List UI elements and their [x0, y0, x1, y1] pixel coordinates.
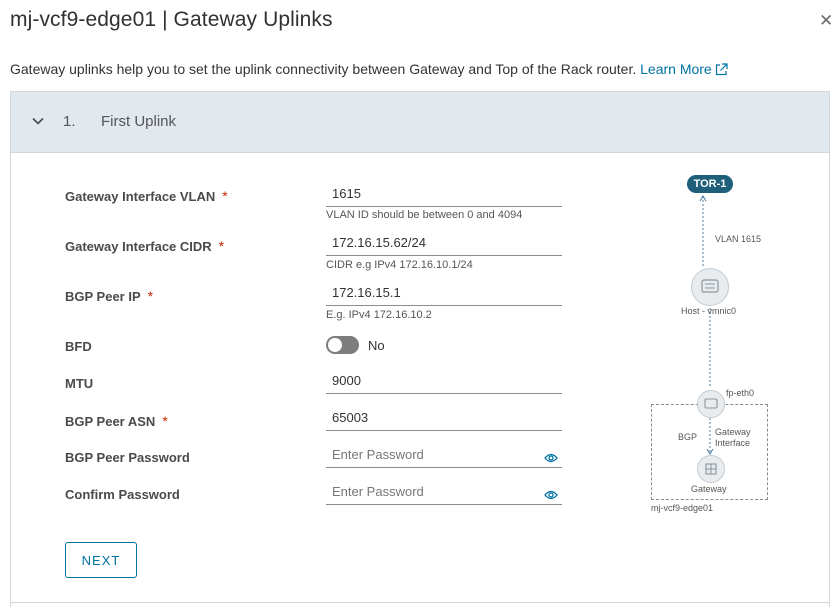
- intro-description: Gateway uplinks help you to set the upli…: [10, 61, 637, 77]
- cidr-input[interactable]: 172.16.15.62/24: [326, 232, 562, 256]
- peer-ip-label-text: BGP Peer IP: [65, 289, 141, 304]
- confirm-password-label: Confirm Password: [65, 487, 180, 502]
- eye-icon[interactable]: [544, 485, 558, 507]
- gw-interface-label-2: Interface: [715, 438, 751, 448]
- fp-eth-label: fp-eth0: [726, 388, 755, 398]
- learn-more-link[interactable]: Learn More: [640, 61, 728, 77]
- required-marker: *: [147, 288, 154, 304]
- edge-node-label: mj-vcf9-edge01: [651, 503, 714, 513]
- bgp-label: BGP: [678, 432, 698, 442]
- mtu-label: MTU: [65, 376, 94, 391]
- asn-label: BGP Peer ASN *: [65, 413, 168, 429]
- dialog-title: mj-vcf9-edge01 | Gateway Uplinks: [10, 8, 333, 31]
- vlan-hint: VLAN ID should be between 0 and 4094: [326, 209, 523, 221]
- step-header[interactable]: 1. First Uplink: [11, 92, 829, 153]
- external-link-icon: [715, 63, 728, 79]
- vlan-label: Gateway Interface VLAN *: [65, 188, 228, 204]
- chevron-down-icon[interactable]: [31, 114, 45, 133]
- confirm-password-placeholder: Enter Password: [332, 484, 424, 499]
- peer-ip-input[interactable]: 172.16.15.1: [326, 282, 562, 306]
- asn-input[interactable]: 65003: [326, 407, 562, 431]
- bfd-label: BFD: [65, 339, 92, 354]
- cidr-label-text: Gateway Interface CIDR: [65, 239, 212, 254]
- password-label: BGP Peer Password: [65, 450, 190, 465]
- fp-eth-icon: [697, 390, 725, 418]
- gateway-router-icon: [697, 455, 725, 483]
- bfd-state: No: [368, 338, 385, 353]
- vlan-label-text: Gateway Interface VLAN: [65, 189, 216, 204]
- gateway-label: Gateway: [691, 484, 727, 494]
- asn-label-text: BGP Peer ASN: [65, 414, 156, 429]
- toggle-knob: [328, 338, 342, 352]
- password-placeholder: Enter Password: [332, 447, 424, 462]
- panel-bottom-divider: [10, 602, 830, 603]
- vlan-line-label: VLAN 1615: [715, 234, 762, 244]
- mtu-input[interactable]: 9000: [326, 370, 562, 394]
- required-marker: *: [222, 188, 228, 204]
- eye-icon[interactable]: [544, 448, 558, 470]
- tor-badge: TOR-1: [687, 175, 733, 193]
- host-label: Host - vmnic0: [681, 306, 737, 316]
- peer-ip-hint: E.g. IPv4 172.16.10.2: [326, 309, 432, 321]
- cidr-label: Gateway Interface CIDR *: [65, 238, 224, 254]
- intro-text: Gateway uplinks help you to set the upli…: [10, 61, 728, 79]
- gw-interface-label-1: Gateway: [715, 427, 751, 437]
- cidr-hint: CIDR e.g IPv4 172.16.10.1/24: [326, 259, 473, 271]
- password-input[interactable]: Enter Password: [326, 444, 562, 468]
- required-marker: *: [218, 238, 225, 254]
- uplink-topology-diagram: TOR-1 VLAN 1615 Host - vmnic0 fp-eth0 BG…: [640, 170, 780, 520]
- step-number: 1.: [63, 113, 76, 130]
- close-icon[interactable]: ✕: [819, 12, 833, 29]
- peer-ip-label: BGP Peer IP *: [65, 288, 153, 304]
- next-button[interactable]: NEXT: [65, 542, 137, 578]
- vlan-input[interactable]: 1615: [326, 183, 562, 207]
- bfd-toggle[interactable]: [326, 336, 359, 354]
- confirm-password-input[interactable]: Enter Password: [326, 481, 562, 505]
- required-marker: *: [162, 413, 168, 429]
- learn-more-label: Learn More: [640, 61, 712, 77]
- step-title: First Uplink: [101, 113, 177, 130]
- host-switch-icon: [691, 268, 729, 306]
